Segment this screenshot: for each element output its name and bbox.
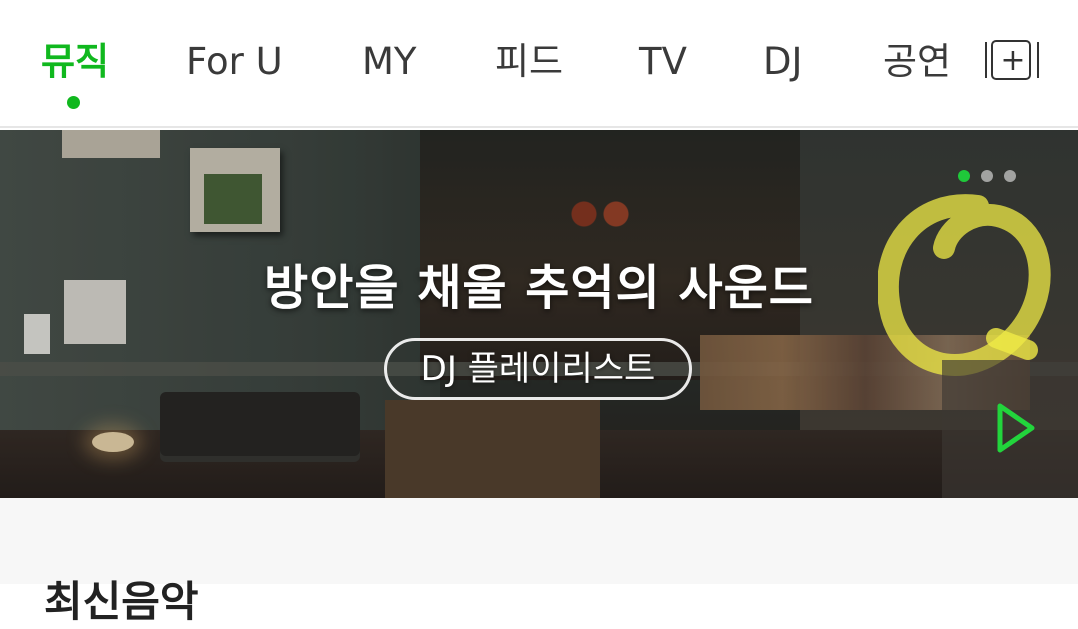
tab-concert[interactable]: 공연	[883, 36, 951, 88]
tab-for-u[interactable]: For U	[186, 36, 283, 88]
plus-icon: +	[1000, 43, 1026, 78]
top-tab-bar: 뮤직 For U MY 피드 TV DJ 공연 +	[0, 0, 1078, 128]
add-tab-edge-left	[985, 42, 987, 78]
dj-playlist-button[interactable]: DJ 플레이리스트	[384, 338, 692, 400]
pager-dot[interactable]	[1004, 170, 1016, 182]
section-title: 최신음악	[44, 577, 199, 626]
tab-dj[interactable]: DJ	[763, 36, 802, 88]
tab-my[interactable]: MY	[362, 36, 417, 88]
banner-pager	[958, 170, 1027, 184]
add-tab-edge-right	[1037, 42, 1039, 78]
add-tab-button[interactable]: +	[985, 40, 1039, 80]
promo-banner[interactable]: 방안을 채울 추억의 사운드 DJ 플레이리스트	[0, 130, 1078, 498]
pager-dot-active[interactable]	[958, 170, 970, 182]
play-button[interactable]	[942, 360, 1078, 498]
tab-feed[interactable]: 피드	[495, 36, 563, 88]
tab-tv[interactable]: TV	[639, 36, 687, 88]
active-tab-indicator	[67, 96, 80, 109]
latest-music-section: 최신음악	[0, 498, 1078, 626]
tab-music[interactable]: 뮤직	[41, 36, 109, 88]
banner-headline: 방안을 채울 추억의 사운드	[264, 260, 814, 316]
pager-dot[interactable]	[981, 170, 993, 182]
play-icon	[997, 403, 1035, 453]
plus-box-icon: +	[991, 40, 1031, 80]
